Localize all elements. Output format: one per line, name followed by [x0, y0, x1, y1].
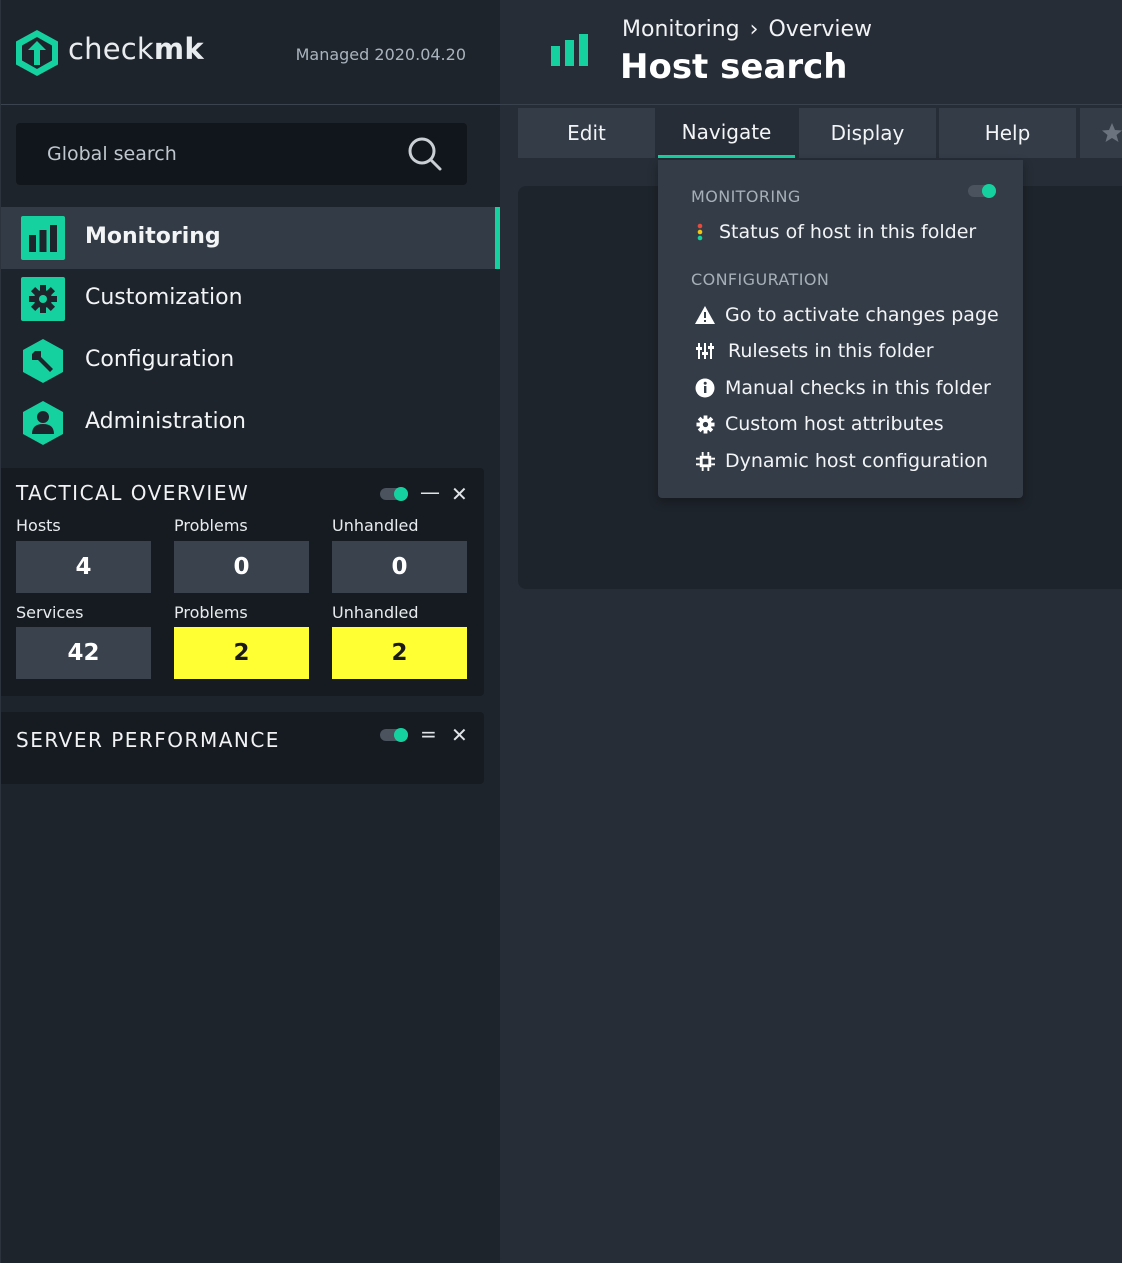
hosts-count[interactable]: 4 [16, 541, 151, 593]
snapin-title: SERVER PERFORMANCE [16, 728, 280, 752]
logo-word-bold: mk [153, 32, 204, 66]
dropdown-toggle[interactable] [968, 184, 996, 198]
tactical-header-hosts: Hosts [16, 516, 61, 535]
warning-icon [694, 304, 716, 326]
sidebar-header: checkmk Managed 2020.04.20 [1, 0, 501, 105]
drag-handle-icon[interactable]: = [420, 724, 437, 744]
navigate-dropdown: MONITORING Status of host in this folder… [658, 160, 1023, 498]
close-icon[interactable]: ✕ [451, 484, 468, 504]
sidebar-item-label: Configuration [85, 347, 235, 372]
menu-tab-display[interactable]: Display [799, 108, 936, 158]
sidebar-item-label: Monitoring [85, 224, 221, 249]
sidebar-item-administration[interactable]: Administration [1, 392, 501, 454]
monitoring-icon [551, 34, 588, 66]
dropdown-item-label: Go to activate changes page [725, 304, 999, 326]
snapin-title: TACTICAL OVERVIEW [16, 481, 250, 505]
host-unhandled-count[interactable]: 0 [332, 541, 467, 593]
dropdown-item-rulesets[interactable]: Rulesets in this folder [694, 338, 934, 364]
dropdown-item-activate-changes[interactable]: Go to activate changes page [694, 302, 999, 328]
tactical-header-problems: Problems [174, 516, 248, 535]
server-performance-snapin: SERVER PERFORMANCE = ✕ [1, 712, 484, 784]
tactical-header-unhandled: Unhandled [332, 603, 419, 622]
star-icon [1102, 123, 1122, 142]
tactical-header-problems: Problems [174, 603, 248, 622]
dropdown-item-status-of-host[interactable]: Status of host in this folder [694, 219, 976, 245]
search-icon[interactable] [407, 136, 443, 172]
dropdown-item-dynamic-host-config[interactable]: Dynamic host configuration [694, 448, 988, 474]
tactical-header-services: Services [16, 603, 84, 622]
dropdown-item-label: Status of host in this folder [719, 221, 977, 243]
dropdown-item-custom-host-attributes[interactable]: Custom host attributes [694, 411, 944, 437]
snapin-toggle[interactable] [380, 728, 408, 742]
tactical-header-unhandled: Unhandled [332, 516, 419, 535]
sidebar: checkmk Managed 2020.04.20 Global search… [0, 0, 501, 1263]
main-area: Monitoring › Overview Host search Edit N… [500, 0, 1122, 1263]
minimize-icon[interactable]: — [420, 482, 440, 502]
global-search[interactable]: Global search [16, 123, 467, 185]
user-icon [23, 401, 63, 445]
menu-tab-navigate[interactable]: Navigate [658, 108, 795, 158]
sliders-icon [694, 340, 716, 362]
dropdown-item-label: Manual checks in this folder [725, 377, 991, 399]
search-input[interactable]: Global search [47, 143, 177, 165]
dropdown-item-label: Dynamic host configuration [725, 450, 988, 472]
sidebar-item-configuration[interactable]: Configuration [1, 330, 501, 392]
dropdown-item-label: Custom host attributes [725, 413, 944, 435]
breadcrumb: Monitoring › Overview [622, 17, 872, 42]
page-title: Host search [620, 47, 848, 87]
close-icon[interactable]: ✕ [451, 725, 468, 745]
menu-tab-help[interactable]: Help [939, 108, 1076, 158]
tactical-overview-snapin: TACTICAL OVERVIEW — ✕ Hosts Problems Unh… [1, 468, 484, 696]
page-header: Monitoring › Overview Host search [500, 0, 1122, 105]
breadcrumb-separator: › [749, 17, 759, 42]
service-problems-count[interactable]: 2 [174, 627, 309, 679]
sidebar-item-label: Administration [85, 409, 246, 434]
logo-word-regular: check [68, 32, 154, 66]
service-unhandled-count[interactable]: 2 [332, 627, 467, 679]
monitoring-icon [21, 216, 65, 260]
menu-tab-edit[interactable]: Edit [518, 108, 655, 158]
snapin-toggle[interactable] [380, 487, 408, 501]
logo-wordmark: checkmk [68, 32, 204, 66]
chip-icon [694, 450, 716, 472]
gear-icon [21, 277, 65, 321]
wrench-icon [23, 339, 63, 383]
sidebar-item-monitoring[interactable]: Monitoring [1, 207, 501, 269]
gear-icon [694, 413, 716, 435]
dropdown-section-title: CONFIGURATION [691, 270, 830, 289]
services-count[interactable]: 42 [16, 627, 151, 679]
sidebar-item-label: Customization [85, 285, 243, 310]
sidebar-item-customization[interactable]: Customization [1, 268, 501, 330]
dropdown-item-label: Rulesets in this folder [728, 340, 934, 362]
checkmk-logo-icon[interactable] [15, 29, 59, 77]
info-icon [694, 377, 716, 399]
favorite-star-button[interactable] [1080, 108, 1122, 158]
dropdown-item-manual-checks[interactable]: Manual checks in this folder [694, 375, 991, 401]
host-problems-count[interactable]: 0 [174, 541, 309, 593]
edition-label: Managed 2020.04.20 [295, 45, 466, 64]
dropdown-section-title: MONITORING [691, 187, 801, 206]
breadcrumb-item[interactable]: Overview [768, 17, 872, 42]
breadcrumb-item[interactable]: Monitoring [622, 17, 740, 42]
status-dots-icon [694, 221, 706, 243]
